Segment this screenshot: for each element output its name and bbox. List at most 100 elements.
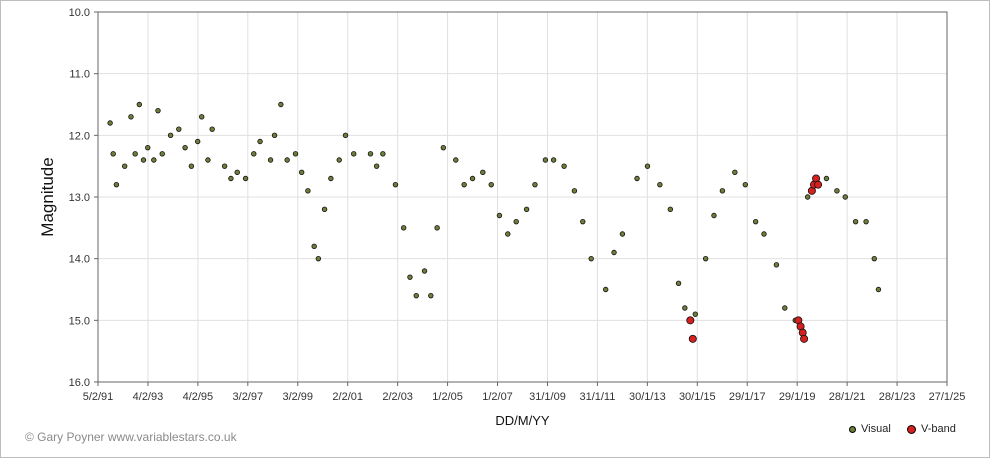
visual-point xyxy=(342,132,349,139)
visual-point xyxy=(336,157,342,163)
x-tick-label: 30/1/15 xyxy=(679,391,716,403)
legend-vband-label: V-band xyxy=(921,423,956,435)
visual-point xyxy=(692,311,699,317)
y-axis-title: Magnitude xyxy=(38,157,57,236)
x-tick-label: 27/1/25 xyxy=(929,391,966,403)
visual-point xyxy=(380,151,386,157)
visual-point xyxy=(321,206,328,213)
visual-point xyxy=(328,175,334,182)
legend-visual: Visual xyxy=(849,423,891,435)
visual-point xyxy=(128,114,134,120)
light-curve-chart: 10.0 11.0 12.0 13.0 14.0 15.0 16.0 5/2/91 4/2/93… xyxy=(38,7,966,428)
visual-point xyxy=(571,188,578,194)
visual-point xyxy=(110,151,116,157)
visual-point xyxy=(469,175,476,182)
visual-point xyxy=(271,132,278,139)
x-tick-label: 5/2/91 xyxy=(83,391,114,403)
visual-point xyxy=(367,151,374,157)
visual-point xyxy=(228,175,234,182)
y-tick-label: 15.0 xyxy=(69,315,90,327)
visual-point xyxy=(773,262,780,268)
x-tick-label: 3/2/99 xyxy=(282,391,313,403)
visual-point xyxy=(284,157,290,163)
visual-point xyxy=(588,255,594,262)
vband-marker-icon xyxy=(907,424,916,434)
visual-point xyxy=(107,120,113,126)
visual-point xyxy=(875,286,882,293)
visual-point xyxy=(251,151,257,157)
visual-point xyxy=(113,181,120,188)
visual-point xyxy=(155,107,161,114)
x-tick-label: 2/2/03 xyxy=(382,391,413,403)
visual-point xyxy=(852,218,859,225)
visual-point xyxy=(682,305,688,311)
visual-point xyxy=(496,212,503,219)
visual-point xyxy=(159,151,165,157)
visual-point xyxy=(373,163,380,169)
visual-point xyxy=(176,126,182,132)
visual-point xyxy=(242,175,249,182)
visual-point xyxy=(480,169,486,176)
x-tick-label: 3/2/97 xyxy=(233,391,264,403)
visual-point xyxy=(834,188,840,194)
visual-point xyxy=(315,255,322,262)
visual-point xyxy=(513,218,519,225)
x-tick-label: 30/1/13 xyxy=(629,391,666,403)
visual-point xyxy=(278,101,284,108)
vband-point xyxy=(814,180,823,189)
visual-point xyxy=(804,194,811,200)
y-tick-label: 13.0 xyxy=(69,192,90,204)
visual-point xyxy=(136,101,143,108)
visual-point xyxy=(145,144,151,151)
visual-point xyxy=(644,163,651,169)
y-tick-label: 10.0 xyxy=(69,7,90,19)
visual-point xyxy=(657,181,663,188)
visual-point xyxy=(611,249,617,256)
visual-point xyxy=(407,274,413,280)
visual-point xyxy=(292,151,299,157)
y-tick-label: 16.0 xyxy=(69,377,90,389)
visual-point xyxy=(413,292,419,299)
visual-point xyxy=(132,151,138,157)
visual-point xyxy=(634,175,640,182)
x-tick-label: 4/2/93 xyxy=(133,391,164,403)
visual-point xyxy=(199,114,205,120)
visual-point xyxy=(863,218,869,225)
x-tick-label: 31/1/09 xyxy=(529,391,566,403)
visual-point xyxy=(351,151,357,157)
visual-point xyxy=(151,157,157,163)
vband-point xyxy=(800,334,809,343)
visual-point xyxy=(257,138,263,145)
visual-point xyxy=(167,132,174,139)
visual-point xyxy=(719,188,726,194)
visual-point xyxy=(440,144,447,151)
visual-point xyxy=(580,218,586,225)
visual-point xyxy=(234,169,240,176)
visual-point xyxy=(702,255,709,262)
y-tick-label: 14.0 xyxy=(69,254,90,266)
y-tick-label: 12.0 xyxy=(69,130,90,142)
visual-point xyxy=(488,181,494,188)
visual-point xyxy=(711,212,717,219)
visual-point xyxy=(400,225,407,231)
visual-point xyxy=(298,169,305,176)
visual-point xyxy=(428,292,434,299)
visual-point xyxy=(311,243,317,250)
visual-marker-icon xyxy=(849,425,856,433)
visual-point xyxy=(194,138,201,145)
x-tick-label: 2/2/01 xyxy=(332,391,363,403)
x-tick-label: 4/2/95 xyxy=(183,391,214,403)
visual-point xyxy=(732,169,738,176)
visual-point xyxy=(542,157,549,163)
visual-point xyxy=(675,280,682,287)
vband-point xyxy=(686,316,695,325)
visual-point xyxy=(434,225,440,231)
visual-point xyxy=(392,181,399,188)
visual-point xyxy=(761,231,767,237)
visual-point xyxy=(523,206,530,213)
x-axis-title: DD/M/YY xyxy=(495,413,550,428)
visual-point xyxy=(842,194,848,200)
visual-point xyxy=(209,126,215,132)
visual-point xyxy=(602,286,609,293)
x-tick-label: 29/1/19 xyxy=(779,391,816,403)
